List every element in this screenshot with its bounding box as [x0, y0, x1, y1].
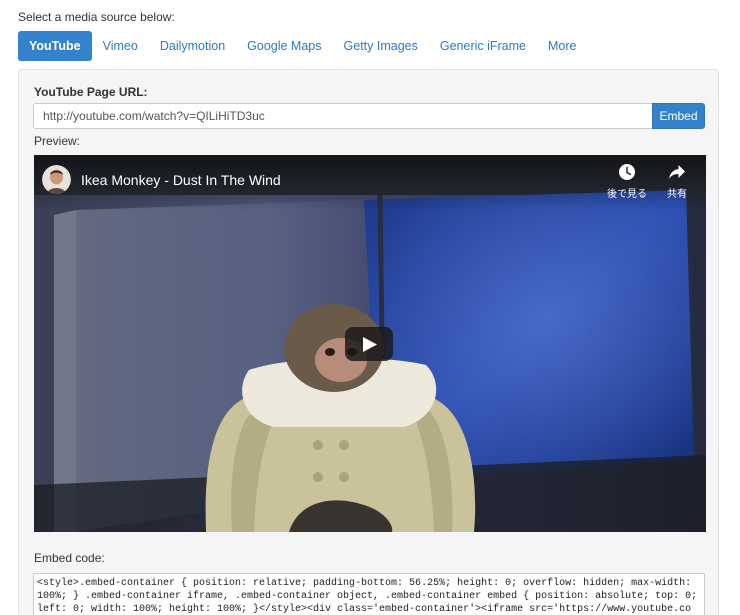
tab-generic-iframe[interactable]: Generic iFrame [429, 31, 537, 61]
watch-later-button[interactable]: 後で見る [602, 163, 652, 200]
embed-code-textarea[interactable]: <style>.embed-container { position: rela… [33, 573, 705, 615]
embed-panel: YouTube Page URL: Embed Preview: [18, 69, 719, 615]
channel-avatar[interactable] [42, 165, 71, 194]
instruction-text: Select a media source below: [18, 10, 175, 24]
watch-later-label: 後で見る [607, 189, 647, 200]
preview-label: Preview: [34, 134, 81, 148]
video-player[interactable]: Ikea Monkey - Dust In The Wind 後で見る 共有 [34, 155, 706, 532]
embed-button[interactable]: Embed [652, 103, 705, 129]
avatar-icon [42, 165, 71, 194]
tab-vimeo[interactable]: Vimeo [92, 31, 149, 61]
share-button[interactable]: 共有 [662, 163, 692, 200]
tab-getty-images[interactable]: Getty Images [333, 31, 429, 61]
tab-google-maps[interactable]: Google Maps [236, 31, 332, 61]
play-button[interactable] [345, 327, 393, 361]
clock-icon [619, 164, 635, 180]
tab-dailymotion[interactable]: Dailymotion [149, 31, 236, 61]
share-label: 共有 [667, 189, 687, 200]
tab-more[interactable]: More [537, 31, 587, 61]
share-icon [669, 165, 685, 179]
video-title[interactable]: Ikea Monkey - Dust In The Wind [81, 172, 281, 188]
media-source-tabs: YouTube Vimeo Dailymotion Google Maps Ge… [18, 31, 587, 61]
tab-youtube[interactable]: YouTube [18, 31, 92, 61]
embed-code-label: Embed code: [34, 551, 105, 565]
url-label: YouTube Page URL: [34, 85, 148, 99]
play-icon [363, 337, 377, 352]
url-input[interactable] [33, 103, 652, 129]
